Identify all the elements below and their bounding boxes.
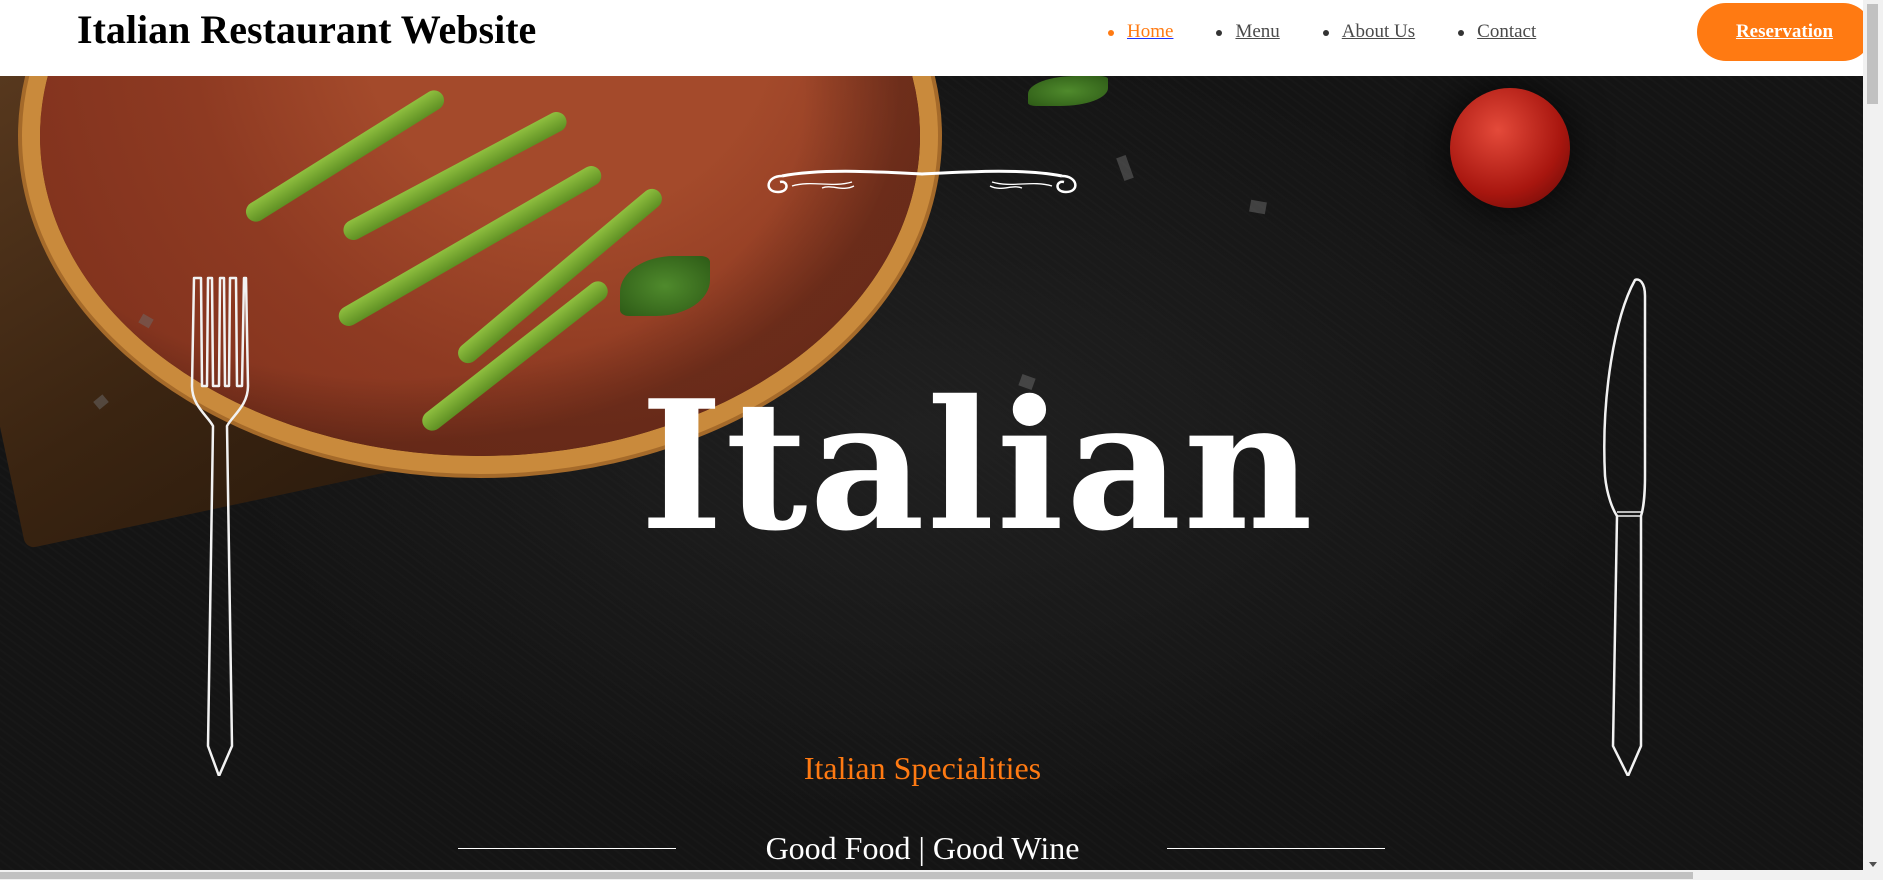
nav-item-contact[interactable]: Contact (1458, 18, 1536, 46)
nav-link-home[interactable]: Home (1127, 21, 1173, 42)
knife-icon (1603, 278, 1647, 776)
crumb-decoration (1116, 155, 1134, 181)
nav-item-menu[interactable]: Menu (1216, 18, 1280, 46)
site-header: Italian Restaurant Website Home Menu Abo… (0, 0, 1872, 76)
reservation-button[interactable]: Reservation (1697, 3, 1872, 61)
nav-link-contact[interactable]: Contact (1477, 21, 1536, 42)
vertical-scrollbar-thumb[interactable] (1867, 4, 1878, 104)
main-nav: Home Menu About Us Contact (1107, 18, 1598, 46)
site-title: Italian Restaurant Website (77, 7, 537, 52)
fork-icon (190, 276, 250, 776)
nav-item-home[interactable]: Home (1107, 18, 1173, 46)
divider-right (1167, 848, 1385, 849)
hero-tagline: Good Food | Good Wine (765, 830, 1080, 866)
vertical-scrollbar[interactable] (1863, 0, 1883, 870)
divider-left (458, 848, 676, 849)
hero-section: Italian Italian Specialities Good Food |… (0, 76, 1863, 870)
crumb-decoration (1249, 199, 1267, 215)
hero-headline: Italian (640, 361, 1315, 570)
basil-leaf (1028, 76, 1108, 106)
horizontal-scrollbar-thumb[interactable] (0, 872, 1693, 879)
nav-item-about[interactable]: About Us (1322, 18, 1415, 46)
hero-subheading: Italian Specialities (803, 750, 1042, 786)
horizontal-scrollbar[interactable] (0, 870, 1883, 880)
basil-leaf (620, 256, 710, 316)
scroll-down-arrow-icon[interactable] (1869, 862, 1877, 867)
tomato-image (1450, 88, 1570, 208)
nav-link-menu[interactable]: Menu (1235, 21, 1279, 42)
nav-link-about[interactable]: About Us (1342, 21, 1415, 42)
flourish-ornament (767, 169, 1077, 194)
